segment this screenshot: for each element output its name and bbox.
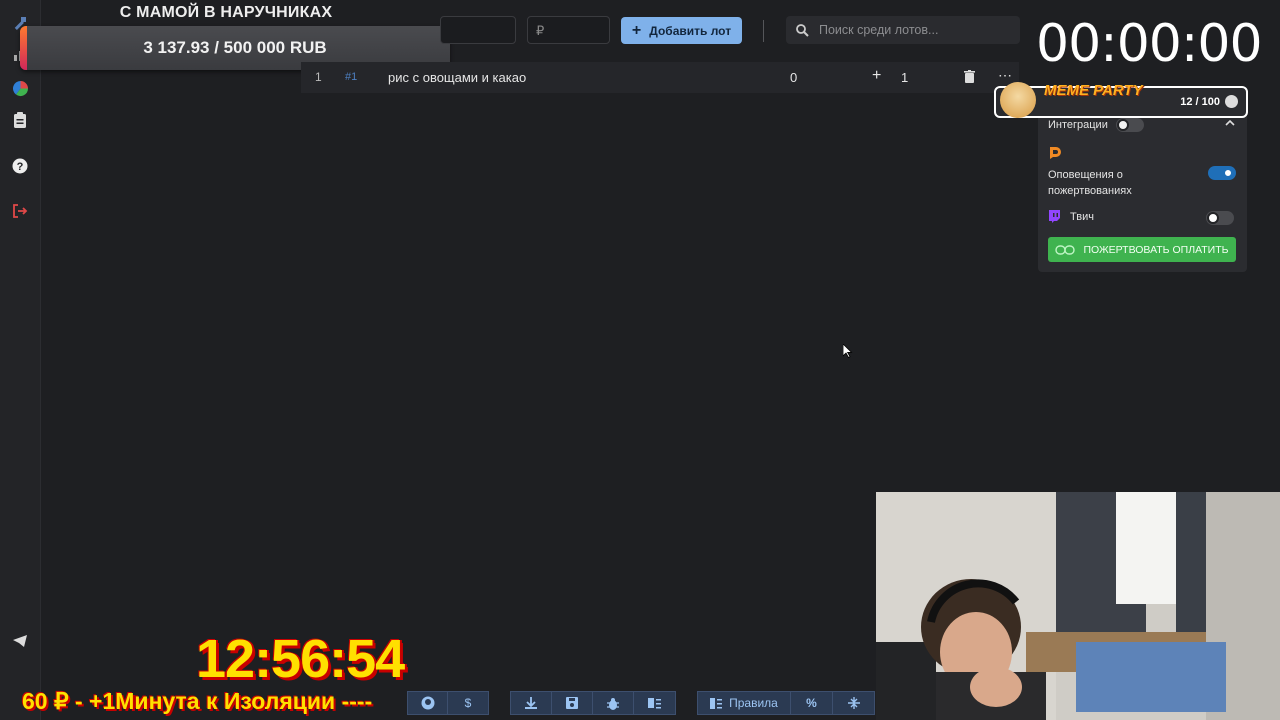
- help-icon[interactable]: ?: [11, 157, 29, 175]
- svg-text:?: ?: [17, 161, 24, 173]
- clear-list-icon[interactable]: [634, 692, 675, 714]
- bug-icon[interactable]: [593, 692, 634, 714]
- bottom-bar-settings: Правила %: [697, 691, 875, 715]
- donation-ticker: 60 ₽ - +1Минута к Изоляции ----: [22, 688, 373, 714]
- donate-dollar-icon[interactable]: $: [448, 692, 488, 714]
- bottom-bar-links: $: [407, 691, 489, 715]
- donate-button-label: ПОЖЕРТВОВАТЬ ОПЛАТИТЬ: [1083, 243, 1229, 256]
- sidebar: ?: [0, 0, 41, 720]
- lot-search[interactable]: [786, 16, 1020, 44]
- coin-icon: [1225, 95, 1238, 108]
- meme-party-widget: MEME PARTY 12 / 100: [994, 82, 1248, 118]
- lot-name-input[interactable]: [440, 16, 516, 44]
- chevron-up-icon[interactable]: [1225, 117, 1235, 129]
- mouse-cursor-icon: [842, 343, 853, 363]
- twitch-icon: [1048, 210, 1061, 226]
- plus-icon: +: [631, 21, 642, 39]
- lot-amount-input[interactable]: ₽: [527, 16, 610, 44]
- currency-symbol: ₽: [536, 23, 545, 38]
- goal-title: С МАМОЙ В НАРУЧНИКАХ: [119, 4, 333, 21]
- toolbar-divider: [763, 20, 764, 42]
- doge-icon: [1000, 82, 1036, 118]
- link-icon: [1055, 244, 1076, 255]
- donationalerts-icon: [1048, 146, 1061, 163]
- more-icon[interactable]: ⋯: [998, 67, 1012, 84]
- clipboard-icon[interactable]: [11, 111, 29, 129]
- meme-party-title: MEME PARTY: [1044, 82, 1143, 99]
- donation-alerts-toggle[interactable]: [1208, 166, 1236, 180]
- lot-amount: 0: [790, 70, 798, 85]
- search-input[interactable]: [817, 22, 1011, 38]
- rules-label: Правила: [729, 696, 778, 710]
- donate-button[interactable]: ПОЖЕРТВОВАТЬ ОПЛАТИТЬ: [1048, 237, 1236, 262]
- lot-row[interactable]: 1 #1 рис с овощами и какао 0 + 1 ⋯: [301, 62, 1019, 93]
- telegram-icon[interactable]: [11, 632, 29, 650]
- integrations-toggle[interactable]: [1116, 118, 1144, 132]
- github-icon[interactable]: [408, 692, 449, 714]
- search-icon: [796, 23, 809, 37]
- save-icon[interactable]: [552, 692, 593, 714]
- lot-index: 1: [315, 70, 322, 84]
- integrations-title: Интеграции: [1048, 119, 1108, 131]
- twitch-toggle[interactable]: [1206, 211, 1234, 225]
- twitch-label: Твич: [1070, 211, 1094, 223]
- lot-id: #1: [345, 71, 358, 83]
- stream-clock: 12:56:54: [196, 629, 405, 689]
- integrations-panel: Интеграции Оповещения о пожертвованиях Т…: [1038, 110, 1247, 272]
- donation-alerts-label: Оповещения о пожертвованиях: [1048, 169, 1132, 197]
- lot-add-button[interactable]: +: [872, 67, 881, 85]
- collapse-icon[interactable]: [833, 692, 874, 714]
- add-lot-label: Добавить лот: [649, 23, 732, 38]
- auction-timer: 00:00:00: [1036, 14, 1263, 74]
- webcam-feed: [876, 492, 1280, 720]
- rules-icon: [710, 697, 723, 709]
- rules-button[interactable]: Правила: [698, 692, 791, 714]
- pie-chart-icon[interactable]: [11, 79, 29, 97]
- lot-name: рис с овощами и какао: [388, 70, 527, 85]
- percent-button[interactable]: %: [791, 692, 833, 714]
- add-lot-button[interactable]: + Добавить лот: [621, 17, 742, 44]
- bottom-bar-file: [510, 691, 676, 715]
- download-icon[interactable]: [511, 692, 552, 714]
- lot-add-amount[interactable]: 1: [901, 70, 908, 85]
- logout-icon[interactable]: [11, 202, 29, 220]
- meme-party-count: 12 / 100: [1180, 96, 1220, 108]
- goal-amount: 3 137.93 / 500 000 RUB: [143, 38, 327, 57]
- trash-icon[interactable]: [964, 70, 975, 86]
